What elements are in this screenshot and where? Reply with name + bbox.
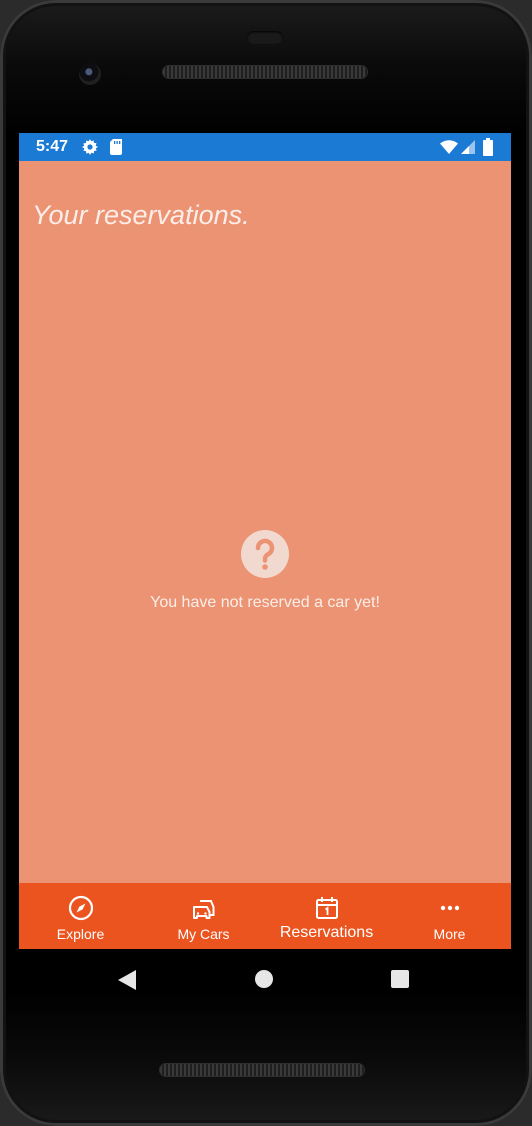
earpiece — [247, 31, 283, 44]
sd-card-icon — [110, 139, 122, 155]
tab-more[interactable]: More — [388, 883, 511, 949]
home-icon[interactable] — [255, 970, 273, 988]
more-dots-icon — [440, 905, 459, 911]
tab-my-cars[interactable]: My Cars — [142, 883, 265, 949]
status-bar: 5:47 — [19, 133, 511, 161]
status-time: 5:47 — [36, 138, 69, 155]
gear-icon — [82, 139, 98, 155]
tab-explore[interactable]: Explore — [19, 883, 142, 949]
question-icon — [241, 530, 289, 578]
recents-icon[interactable] — [391, 970, 409, 988]
bottom-tab-bar: Explore My Cars Reservations More — [19, 883, 511, 949]
front-camera — [79, 63, 101, 85]
top-speaker-grille — [163, 66, 367, 78]
signal-icon — [461, 140, 475, 154]
app-screen: 5:47 Your reservations. You have not res… — [19, 133, 511, 949]
phone-frame: 5:47 Your reservations. You have not res… — [0, 0, 532, 1126]
compass-icon — [68, 895, 93, 921]
empty-state: You have not reserved a car yet! — [19, 530, 511, 612]
bottom-speaker-grille — [160, 1064, 364, 1076]
tab-label: Reservations — [279, 924, 374, 941]
page-title: Your reservations. — [32, 200, 250, 230]
wifi-icon — [440, 140, 458, 154]
tab-label: More — [433, 926, 466, 942]
tab-label: Explore — [56, 926, 105, 942]
empty-state-message: You have not reserved a car yet! — [150, 594, 380, 611]
cars-icon — [192, 900, 214, 919]
calendar-icon — [315, 897, 338, 919]
back-icon[interactable] — [117, 969, 137, 991]
tab-label: My Cars — [177, 926, 230, 942]
battery-icon — [483, 138, 493, 156]
tab-reservations[interactable]: Reservations — [265, 883, 388, 949]
